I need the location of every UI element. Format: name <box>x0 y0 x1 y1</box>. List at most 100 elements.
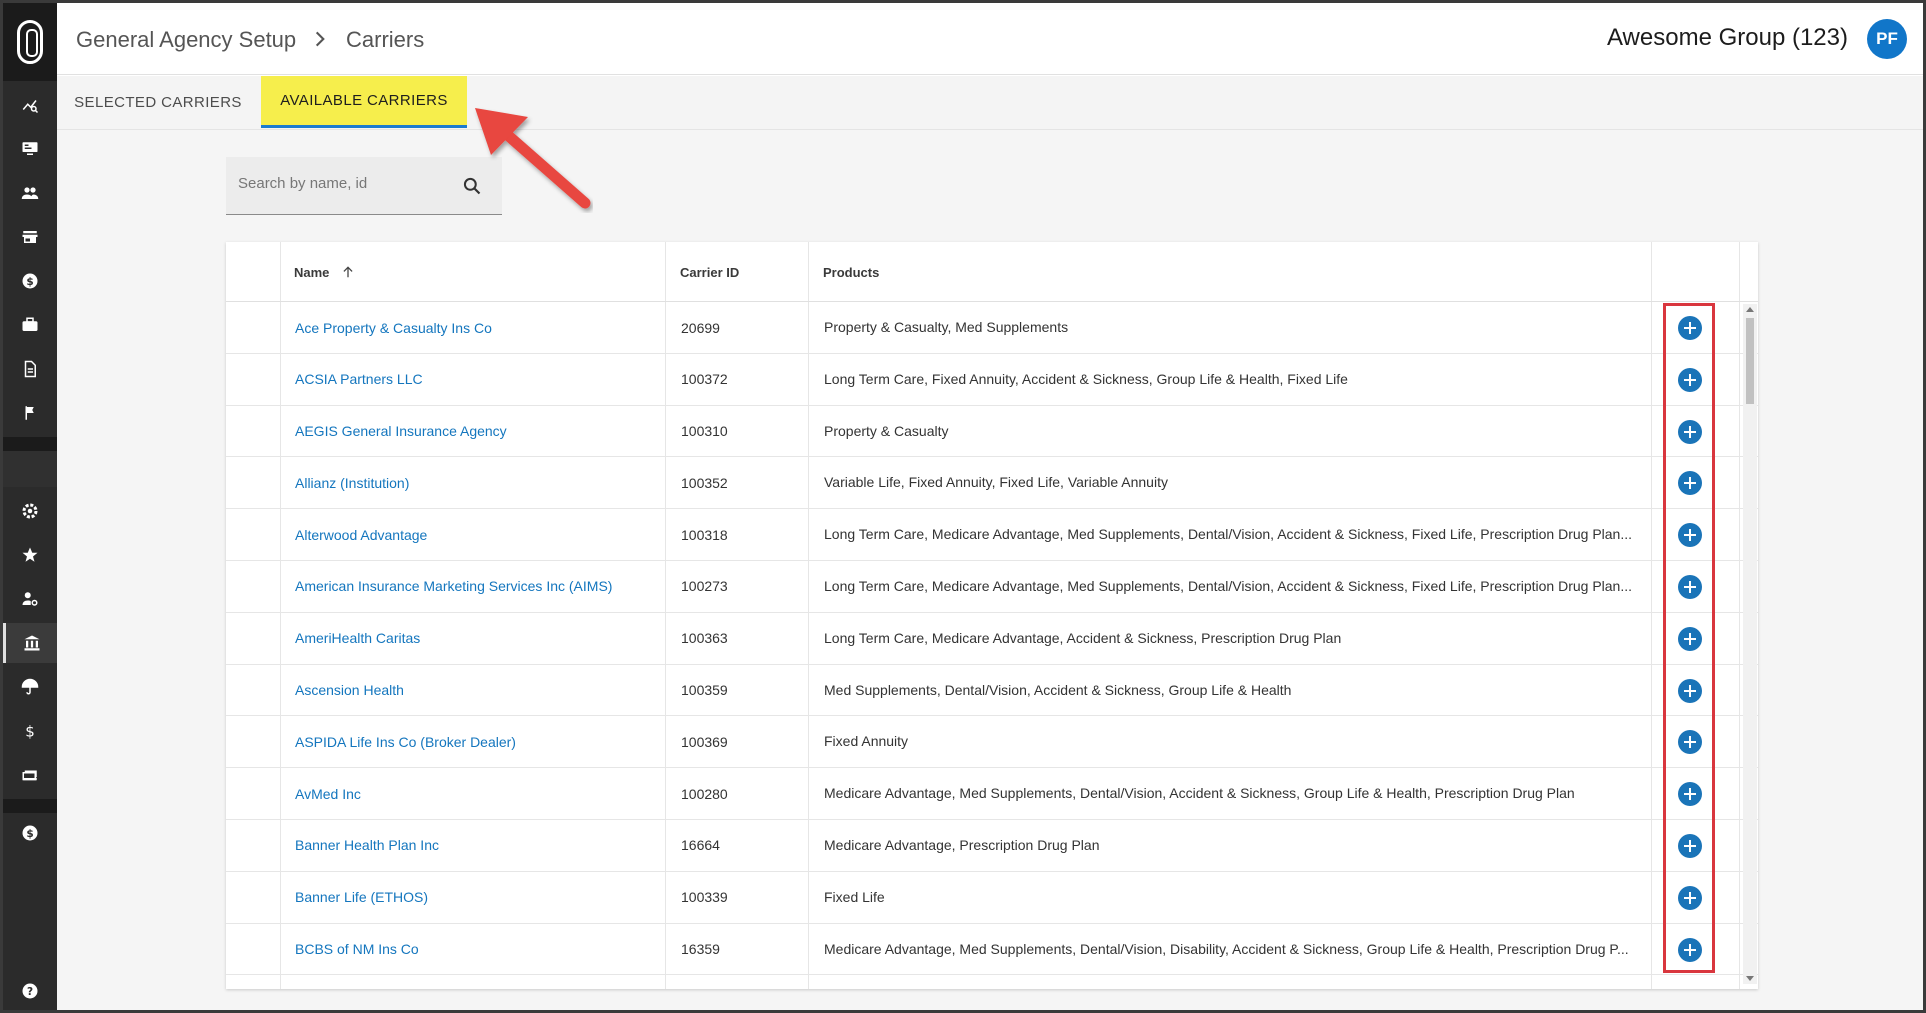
table-row: Allianz (Institution) 100352 Variable Life… <box>226 457 1758 510</box>
carrier-id: 100372 <box>681 371 728 388</box>
flag-icon[interactable] <box>3 393 57 433</box>
dollar-icon[interactable]: $ <box>3 711 57 751</box>
umbrella-icon[interactable] <box>3 667 57 707</box>
payments-icon[interactable] <box>3 755 57 795</box>
tabs-bar: SELECTED CARRIERS AVAILABLE CARRIERS <box>57 76 1923 130</box>
column-header-carrier-id[interactable]: Carrier ID <box>680 242 739 302</box>
app-logo[interactable] <box>3 3 57 81</box>
table-row: AmeriHealth Caritas 100363 Long Term Care,… <box>226 613 1758 665</box>
star-badge-icon[interactable] <box>3 535 57 575</box>
app-window: $ $ $ ? General Agency Setup Carriers Aw… <box>0 0 1926 1013</box>
add-carrier-button[interactable] <box>1678 937 1702 962</box>
money-circle-icon[interactable]: $ <box>3 261 57 301</box>
table-row: BCBS of NM Ins Co 16359 Medicare Advantage… <box>226 924 1758 976</box>
scrollbar-thumb[interactable] <box>1746 318 1754 404</box>
add-carrier-button[interactable] <box>1678 833 1702 858</box>
table-header: Name Carrier ID Products <box>226 242 1758 302</box>
carrier-name-link[interactable]: Banner Life (ETHOS) <box>295 872 655 923</box>
carrier-products: Property & Casualty <box>824 422 949 439</box>
svg-text:$: $ <box>26 276 33 288</box>
carrier-name-link[interactable]: ASPIDA Life Ins Co (Broker Dealer) <box>295 716 655 767</box>
carrier-id: 100363 <box>681 630 728 647</box>
carrier-name-link[interactable]: ACSIA Partners LLC <box>295 354 655 405</box>
carrier-products: Medicare Advantage, Med Supplements, Den… <box>824 785 1575 802</box>
add-carrier-button[interactable] <box>1678 419 1702 444</box>
bank-icon[interactable] <box>3 623 57 663</box>
top-header: General Agency Setup Carriers Awesome Gr… <box>57 3 1923 75</box>
monitor-icon[interactable] <box>3 129 57 169</box>
carrier-products: Fixed Annuity <box>824 733 909 750</box>
people-icon[interactable] <box>3 173 57 213</box>
table-row: ACSIA Partners LLC 100372 Long Term Care, … <box>226 354 1758 406</box>
scroll-down-arrow-icon[interactable] <box>1746 976 1754 981</box>
tab-selected-carriers[interactable]: SELECTED CARRIERS <box>57 76 259 128</box>
tab-available-carriers[interactable]: AVAILABLE CARRIERS <box>261 76 467 128</box>
carrier-name-link[interactable]: Allianz (Institution) <box>295 457 655 508</box>
carrier-name-link[interactable]: AmeriHealth Caritas <box>295 613 655 664</box>
search-input[interactable] <box>238 175 448 192</box>
column-header-products[interactable]: Products <box>823 242 879 302</box>
table-row: Ace Property & Casualty Ins Co 20699 Prope… <box>226 302 1758 354</box>
carrier-id: 100352 <box>681 474 728 491</box>
gear-icon[interactable] <box>3 491 57 531</box>
add-carrier-button[interactable] <box>1678 471 1702 496</box>
sidebar-divider <box>3 437 57 451</box>
sidebar: $ $ $ ? <box>3 3 57 1010</box>
user-settings-icon[interactable] <box>3 579 57 619</box>
carrier-products: Property & Casualty, Med Supplements <box>824 319 1069 335</box>
analytics-icon[interactable] <box>3 85 57 125</box>
carrier-products: Long Term Care, Medicare Advantage, Acci… <box>824 629 1342 646</box>
chevron-right-icon <box>315 31 325 47</box>
carrier-id: 16359 <box>681 941 720 958</box>
store-icon[interactable] <box>3 217 57 257</box>
carrier-products: Long Term Care, Medicare Advantage, Med … <box>824 577 1633 594</box>
carrier-name-link[interactable]: American Insurance Marketing Services In… <box>295 561 655 612</box>
carrier-products: Med Supplements, Dental/Vision, Accident… <box>824 681 1292 698</box>
add-carrier-button[interactable] <box>1678 730 1702 755</box>
table-scrollbar[interactable] <box>1743 304 1757 984</box>
add-carrier-button[interactable] <box>1678 885 1702 910</box>
breadcrumb-general-agency-setup[interactable]: General Agency Setup <box>76 27 296 53</box>
carrier-name-link[interactable]: AvMed Inc <box>295 768 655 819</box>
carrier-products: Long Term Care, Medicare Advantage, Med … <box>824 526 1633 543</box>
carriers-table: Name Carrier ID Products Ace Property & … <box>226 242 1758 989</box>
carrier-name-link[interactable]: AEGIS General Insurance Agency <box>295 406 655 457</box>
sort-ascending-icon[interactable] <box>341 265 355 279</box>
logo-icon <box>17 20 43 64</box>
carrier-id: 100369 <box>681 733 728 750</box>
carrier-products: Medicare Advantage, Med Supplements, Den… <box>824 940 1629 957</box>
table-row: Banner Health Plan Inc 16664 Medicare Adva… <box>226 820 1758 872</box>
table-row: ASPIDA Life Ins Co (Broker Dealer) 100369… <box>226 716 1758 769</box>
sidebar-divider <box>3 451 57 487</box>
column-header-name[interactable]: Name <box>294 242 355 302</box>
add-carrier-button[interactable] <box>1678 626 1702 651</box>
money-circle-icon-2[interactable]: $ <box>3 813 57 853</box>
carrier-name-link[interactable]: Ascension Health <box>295 665 655 716</box>
carrier-id: 20699 <box>681 319 720 336</box>
carrier-name-link[interactable]: Ace Property & Casualty Ins Co <box>295 302 655 353</box>
carrier-id: 100310 <box>681 423 728 440</box>
carrier-id: 100273 <box>681 578 728 595</box>
avatar[interactable]: PF <box>1867 19 1907 59</box>
scroll-up-arrow-icon[interactable] <box>1746 307 1754 312</box>
carrier-name-link[interactable]: BCBS of NM Ins Co <box>295 924 655 975</box>
add-carrier-button[interactable] <box>1678 678 1702 703</box>
add-carrier-button[interactable] <box>1678 574 1702 599</box>
search-icon[interactable] <box>462 176 482 196</box>
add-carrier-button[interactable] <box>1678 782 1702 807</box>
add-carrier-button[interactable] <box>1678 316 1702 340</box>
document-icon[interactable] <box>3 349 57 389</box>
carrier-id: 16664 <box>681 837 720 854</box>
briefcase-icon[interactable] <box>3 305 57 345</box>
add-carrier-button[interactable] <box>1678 523 1702 548</box>
carrier-products: Medicare Advantage, Prescription Drug Pl… <box>824 836 1100 853</box>
help-icon[interactable]: ? <box>3 971 57 1011</box>
carrier-products: Long Term Care, Fixed Annuity, Accident … <box>824 370 1348 387</box>
table-row: Banner Life (ETHOS) 100339 Fixed Life <box>226 872 1758 924</box>
carrier-name-link[interactable]: Banner Health Plan Inc <box>295 820 655 871</box>
carrier-name-link[interactable]: Alterwood Advantage <box>295 509 655 560</box>
add-carrier-button[interactable] <box>1678 367 1702 392</box>
table-row: AvMed Inc 100280 Medicare Advantage, Med S… <box>226 768 1758 820</box>
table-row: AEGIS General Insurance Agency 100310 Prop… <box>226 406 1758 458</box>
sidebar-divider <box>3 799 57 813</box>
